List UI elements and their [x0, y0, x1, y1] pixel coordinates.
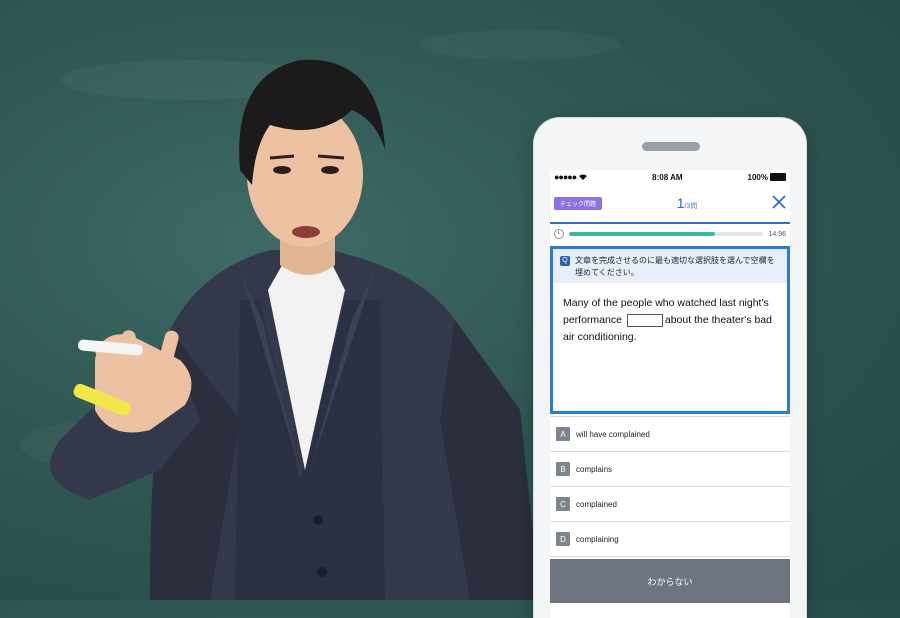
- choice-letter: C: [556, 497, 570, 511]
- phone-mockup: ●●●●● 8:08 AM 100% チェック問題 1/3問 14:96 Q 文…: [534, 118, 806, 618]
- choice-letter: D: [556, 532, 570, 546]
- choice-b[interactable]: B complains: [550, 452, 790, 487]
- question-box: Q 文章を完成させるのに最も適切な選択肢を選んで空欄を埋めてください。 Many…: [550, 246, 790, 414]
- instruction-text: 文章を完成させるのに最も適切な選択肢を選んで空欄を埋めてください。: [575, 256, 775, 277]
- status-time: 8:08 AM: [652, 172, 683, 182]
- choice-d[interactable]: D complaining: [550, 522, 790, 557]
- status-bar: ●●●●● 8:08 AM 100%: [550, 170, 790, 184]
- choice-list: A will have complained B complains C com…: [550, 416, 790, 557]
- answer-blank: [626, 313, 663, 327]
- choice-letter: A: [556, 427, 570, 441]
- phone-speaker: [642, 142, 700, 151]
- close-icon[interactable]: [772, 193, 786, 213]
- wifi-icon: [579, 173, 588, 182]
- choice-text: complains: [576, 464, 613, 474]
- phone-screen: ●●●●● 8:08 AM 100% チェック問題 1/3問 14:96 Q 文…: [550, 170, 790, 618]
- choice-letter: B: [556, 462, 570, 476]
- choice-text: complaining: [576, 534, 619, 544]
- choice-text: will have complained: [576, 429, 650, 439]
- check-question-badge: チェック問題: [554, 196, 603, 210]
- question-text: Many of the people who watched last nigh…: [553, 283, 787, 410]
- time-progress-bar: [569, 232, 764, 236]
- question-total: /3問: [684, 203, 698, 210]
- choice-text: complained: [576, 499, 617, 509]
- signal-icon: ●●●●●: [554, 172, 577, 182]
- teacher-photo: [50, 59, 540, 600]
- clock-icon: [554, 229, 564, 239]
- timer-text: 14:96: [768, 230, 786, 238]
- choice-c[interactable]: C complained: [550, 487, 790, 522]
- dont-know-button[interactable]: わからない: [550, 559, 790, 603]
- question-icon: Q: [560, 256, 570, 266]
- battery-percent: 100%: [747, 172, 768, 182]
- battery-group: 100%: [748, 173, 786, 182]
- time-progress-fill: [569, 232, 715, 236]
- timer-row: 14:96: [550, 224, 790, 244]
- quiz-header: チェック問題 1/3問: [550, 184, 790, 224]
- instruction: Q 文章を完成させるのに最も適切な選択肢を選んで空欄を埋めてください。: [553, 249, 787, 283]
- choice-a[interactable]: A will have complained: [550, 416, 790, 452]
- signal-group: ●●●●●: [554, 172, 588, 182]
- question-counter: 1/3問: [677, 195, 698, 211]
- battery-icon: [769, 173, 786, 181]
